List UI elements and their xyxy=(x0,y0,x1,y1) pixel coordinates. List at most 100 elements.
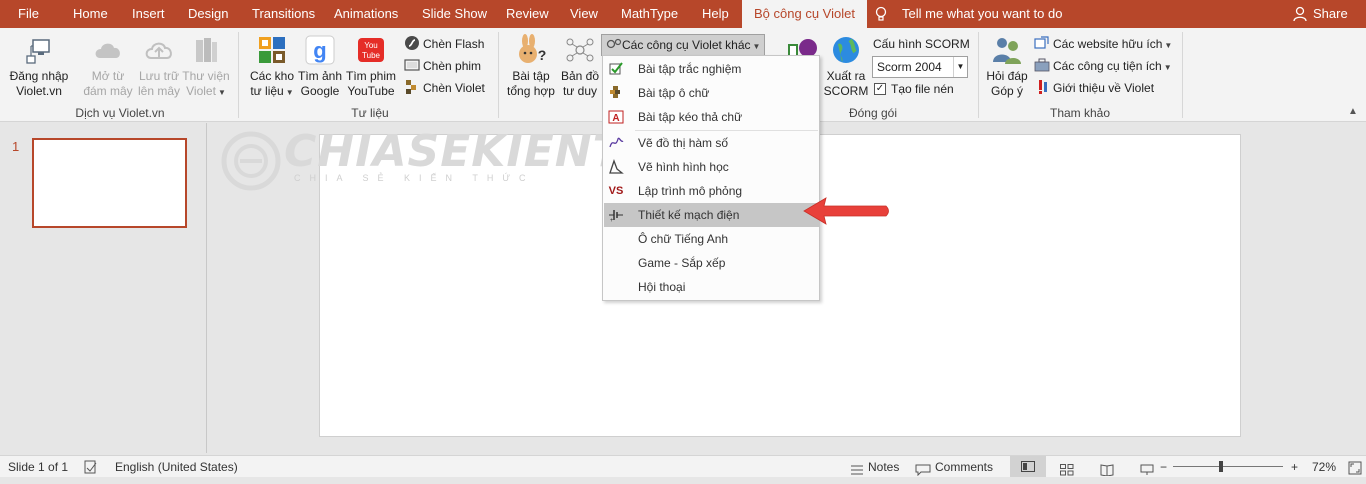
comments-button[interactable]: Comments xyxy=(935,456,993,478)
notes-button[interactable]: Notes xyxy=(868,456,899,478)
export-scorm-button[interactable]: Xuất ra SCORM xyxy=(822,34,870,99)
zoom-out-button[interactable]: − xyxy=(1160,456,1167,478)
other-violet-tools-dropdown[interactable]: Các công cụ Violet khác ▼ xyxy=(601,34,766,56)
feedback-label-1: Hỏi đáp xyxy=(986,69,1028,83)
slideshow-icon[interactable] xyxy=(1140,461,1154,475)
menu-item-label: Hội thoại xyxy=(638,280,686,294)
open-cloud-label-2: đám mây xyxy=(83,84,133,98)
person-icon xyxy=(1293,6,1307,22)
tab-mathtype[interactable]: MathType xyxy=(611,0,688,28)
link-icon xyxy=(1034,35,1050,51)
tab-animations[interactable]: Animations xyxy=(324,0,408,28)
zoom-slider-thumb[interactable] xyxy=(1219,461,1223,472)
menu-item-multiple-choice[interactable]: Bài tập trắc nghiệm xyxy=(604,57,820,81)
menu-item-label: Lập trình mô phỏng xyxy=(638,184,743,198)
about-violet-button[interactable]: Giới thiệu về Violet xyxy=(1034,78,1154,98)
network-computer-icon xyxy=(23,34,55,66)
tab-design[interactable]: Design xyxy=(178,0,238,28)
tab-violet-tools[interactable]: Bộ công cụ Violet xyxy=(742,0,867,28)
svg-text:?: ? xyxy=(538,47,547,63)
insert-film-label: Chèn phim xyxy=(423,59,482,73)
mindmap-button[interactable]: Bản đồ tư duy xyxy=(558,34,602,99)
zip-file-label: Tạo file nén xyxy=(891,82,954,96)
menu-item-label: Ô chữ Tiếng Anh xyxy=(638,232,729,246)
group-label-reference: Tham khảo xyxy=(1049,106,1111,120)
tab-review[interactable]: Review xyxy=(496,0,559,28)
share-button[interactable]: Share xyxy=(1313,0,1348,28)
insert-violet-button[interactable]: Chèn Violet xyxy=(404,78,485,98)
zip-file-checkbox[interactable]: ✓ xyxy=(874,83,886,95)
lightbulb-icon xyxy=(874,6,888,22)
fit-to-window-icon[interactable] xyxy=(1348,460,1362,475)
menu-item-function-graph[interactable]: Vẽ đồ thị hàm số xyxy=(604,131,820,155)
tab-file[interactable]: File xyxy=(8,0,49,28)
youtube-search-button[interactable]: You Tube Tìm phim YouTube xyxy=(344,34,398,99)
tab-home[interactable]: Home xyxy=(63,0,118,28)
youtube-label-1: Tìm phim xyxy=(345,69,396,83)
watermark-emblem-icon xyxy=(221,131,281,191)
menu-item-simulation[interactable]: VS Lập trình mô phỏng xyxy=(604,179,820,203)
normal-view-icon xyxy=(1021,461,1035,472)
summary-exercise-button[interactable]: ? Bài tập tổng hợp xyxy=(504,34,558,99)
tab-transitions[interactable]: Transitions xyxy=(242,0,325,28)
notes-icon xyxy=(850,461,864,475)
menu-item-dialogue[interactable]: Hội thoại xyxy=(604,275,820,299)
menu-item-sort-game[interactable]: Game - Sắp xếp xyxy=(604,251,820,275)
collapse-ribbon-icon[interactable]: ▲ xyxy=(1348,106,1358,117)
zoom-level[interactable]: 72% xyxy=(1312,456,1336,478)
tab-view[interactable]: View xyxy=(560,0,608,28)
tab-help[interactable]: Help xyxy=(692,0,739,28)
svg-text:+: + xyxy=(610,218,614,223)
zoom-slider-track[interactable] xyxy=(1173,466,1283,467)
chevron-down-icon: ▼ xyxy=(1164,41,1173,50)
feedback-button[interactable]: Hỏi đáp Góp ý xyxy=(982,34,1032,99)
scorm-version-select[interactable]: Scorm 2004 ▼ xyxy=(872,56,968,78)
globe-icon xyxy=(830,34,862,66)
svg-text:You: You xyxy=(364,41,378,50)
useful-websites-label: Các website hữu ích xyxy=(1053,37,1163,51)
group-label-violet-service: Dịch vụ Violet.vn xyxy=(75,106,165,120)
open-cloud-button[interactable]: Mở từ đám mây xyxy=(80,34,136,99)
library-violet-button[interactable]: Thư viện Violet ▼ xyxy=(182,34,230,100)
normal-view-button[interactable] xyxy=(1010,456,1046,477)
violet-puzzle-icon xyxy=(404,79,420,95)
function-graph-icon xyxy=(608,135,624,151)
library-label-2: Violet xyxy=(186,84,216,98)
menu-item-english-crossword[interactable]: Ô chữ Tiếng Anh xyxy=(604,227,820,251)
spellcheck-icon[interactable] xyxy=(84,459,98,475)
google-image-search-button[interactable]: g Tìm ảnh Google xyxy=(296,34,344,99)
slide-sorter-icon[interactable] xyxy=(1060,461,1074,476)
slide-thumbnail[interactable] xyxy=(32,138,187,228)
menu-item-geometry[interactable]: Vẽ hình hình học xyxy=(604,155,820,179)
save-cloud-label-2: lên mây xyxy=(137,84,181,98)
tab-insert[interactable]: Insert xyxy=(122,0,175,28)
chevron-down-icon: ▼ xyxy=(752,42,761,51)
menu-item-crossword[interactable]: Bài tập ô chữ xyxy=(604,81,820,105)
export-scorm-label-1: Xuất ra xyxy=(826,69,866,83)
tab-slide-show[interactable]: Slide Show xyxy=(412,0,497,28)
chevron-down-icon: ▼ xyxy=(285,88,294,97)
chevron-down-icon: ▼ xyxy=(1163,63,1172,72)
annotation-arrow-icon xyxy=(803,197,889,225)
language-indicator[interactable]: English (United States) xyxy=(115,456,238,478)
menu-item-label: Thiết kế mạch điện xyxy=(638,208,740,222)
insert-flash-button[interactable]: Chèn Flash xyxy=(404,34,484,54)
utilities-button[interactable]: Các công cụ tiện ích ▼ xyxy=(1034,56,1172,76)
insert-film-button[interactable]: Chèn phim xyxy=(404,56,481,76)
useful-websites-button[interactable]: Các website hữu ích ▼ xyxy=(1034,34,1172,54)
menu-item-circuit-design[interactable]: + Thiết kế mạch điện xyxy=(604,203,820,227)
login-label-2: Violet.vn xyxy=(16,84,62,98)
checkbox-checked-icon xyxy=(608,61,624,77)
group-separator xyxy=(498,32,499,118)
reading-view-icon[interactable] xyxy=(1100,461,1114,477)
library-label-1: Thư viện xyxy=(182,69,230,83)
google-label-2: Google xyxy=(300,84,340,98)
menu-item-label: Vẽ đồ thị hàm số xyxy=(638,136,729,150)
login-violet-button[interactable]: Đăng nhập Violet.vn xyxy=(6,34,72,99)
chevron-down-icon[interactable]: ▼ xyxy=(953,57,967,77)
resource-warehouse-button[interactable]: Các kho tư liệu ▼ xyxy=(246,34,298,100)
save-cloud-button[interactable]: Lưu trữ lên mây xyxy=(134,34,184,99)
zoom-in-button[interactable]: + xyxy=(1291,456,1298,478)
menu-item-drag-drop[interactable]: A Bài tập kéo thả chữ xyxy=(604,105,820,129)
tell-me-search[interactable]: Tell me what you want to do xyxy=(902,0,1062,28)
